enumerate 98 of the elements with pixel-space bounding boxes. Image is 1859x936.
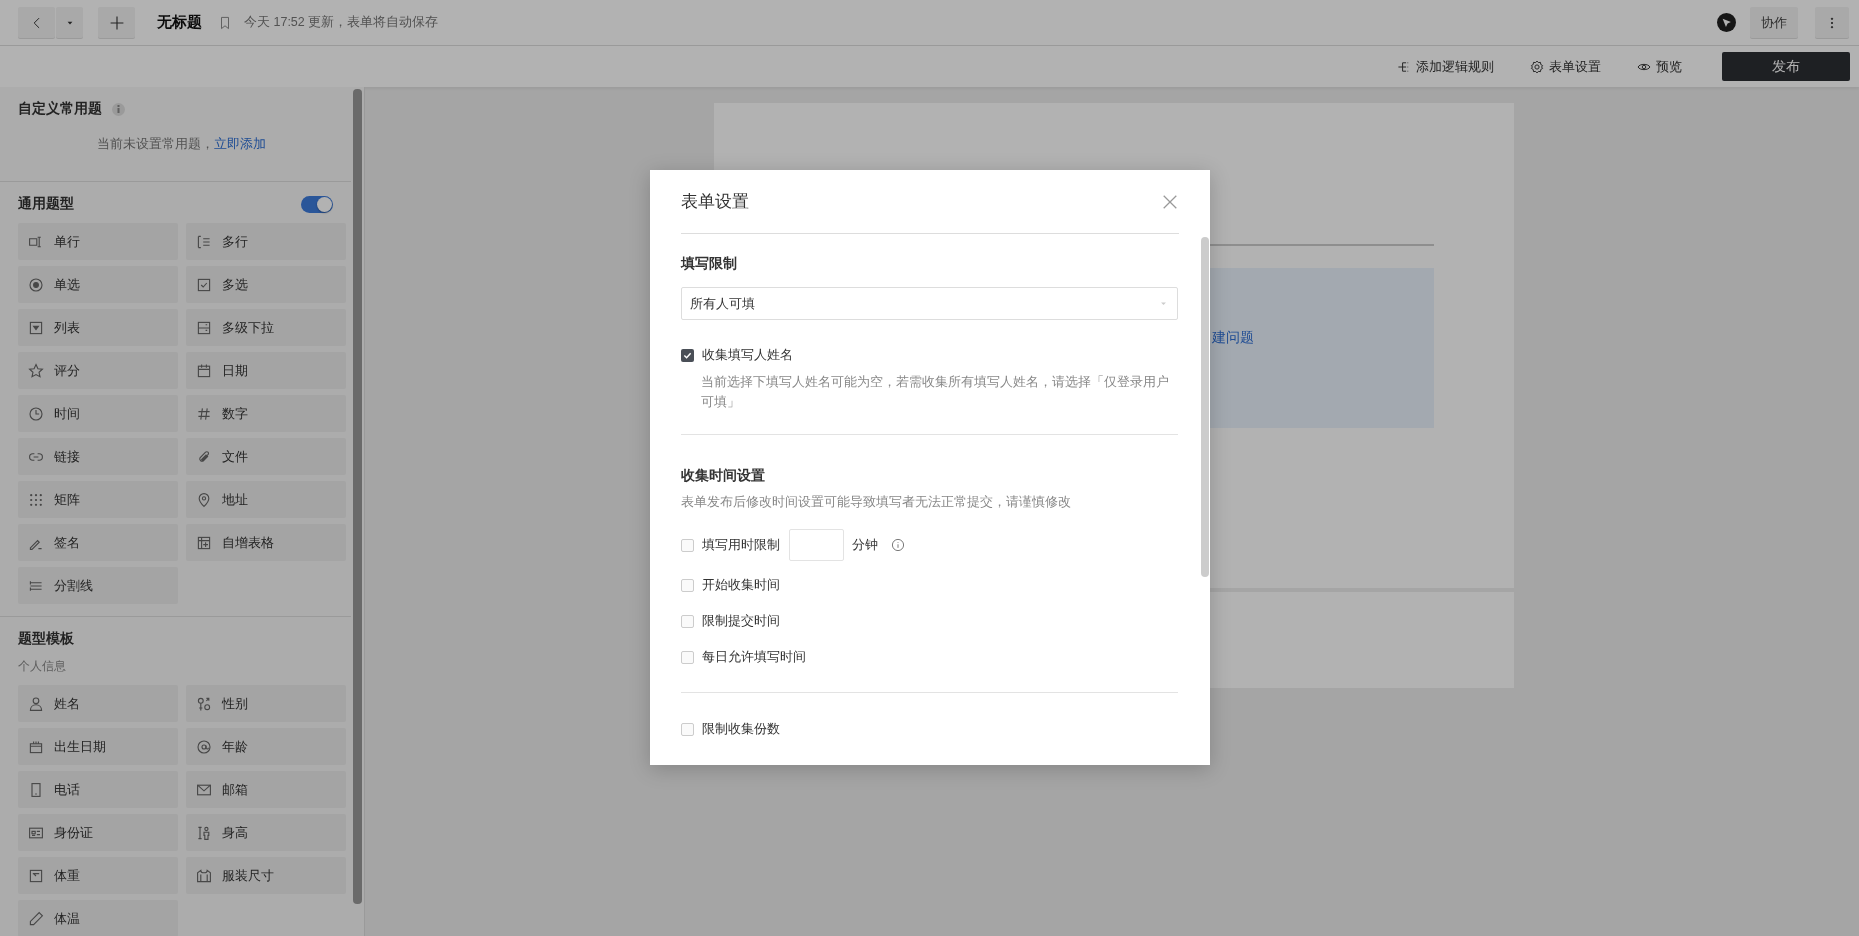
new-button[interactable] xyxy=(98,7,135,38)
add-now-link[interactable]: 立即添加 xyxy=(214,136,266,153)
info-icon xyxy=(891,538,905,552)
unit-label: 分钟 xyxy=(852,536,878,554)
question-type-item[interactable]: 单选 xyxy=(18,266,178,303)
paperclip-icon xyxy=(196,448,212,465)
plus-icon xyxy=(108,14,125,31)
hash-icon xyxy=(196,405,212,422)
minutes-input[interactable] xyxy=(789,529,844,561)
section-title: 收集时间设置 xyxy=(681,467,766,485)
question-type-item[interactable]: 自增表格 xyxy=(186,524,346,561)
info-icon xyxy=(112,102,125,116)
checkbox[interactable] xyxy=(681,614,694,628)
hint-text: 当前选择下填写人姓名可能为空，若需收集所有填写人姓名，请选择「仅登录用户可填」 xyxy=(701,374,1170,411)
publish-button[interactable]: 发布 xyxy=(1722,52,1850,81)
table-plus-icon xyxy=(196,534,212,551)
back-button[interactable] xyxy=(18,7,55,38)
question-type-item[interactable]: 性别 xyxy=(186,685,346,722)
checkbox[interactable] xyxy=(681,722,694,736)
question-type-item[interactable]: 体重 xyxy=(18,857,178,894)
question-type-item[interactable]: 分割线 xyxy=(18,567,178,604)
checkbox-label: 收集填写人姓名 xyxy=(702,346,793,364)
create-question-link[interactable]: 建问题 xyxy=(1212,329,1254,347)
question-type-item[interactable]: 多级下拉 xyxy=(186,309,346,346)
check-icon xyxy=(683,350,692,360)
question-type-item[interactable]: 多选 xyxy=(186,266,346,303)
question-type-item[interactable]: 多行 xyxy=(186,223,346,260)
checkbox[interactable] xyxy=(681,578,694,592)
person-icon xyxy=(28,695,44,712)
question-type-item[interactable]: 列表 xyxy=(18,309,178,346)
question-type-item[interactable]: 时间 xyxy=(18,395,178,432)
question-type-item[interactable]: 年龄 xyxy=(186,728,346,765)
phone-icon xyxy=(28,781,44,798)
dropdown-icon xyxy=(28,319,44,336)
section-title: 通用题型 xyxy=(18,195,74,213)
height-icon xyxy=(196,824,212,841)
fill-limit-select[interactable]: 所有人可填 xyxy=(681,287,1178,320)
question-type-item[interactable]: 日期 xyxy=(186,352,346,389)
question-type-item[interactable]: 体温 xyxy=(18,900,178,936)
hint-text: 表单发布后修改时间设置可能导致填写者无法正常提交，请谨慎修改 xyxy=(681,494,1072,511)
add-logic-rule-button[interactable]: 添加逻辑规则 xyxy=(1397,57,1494,76)
group-label: 个人信息 xyxy=(18,658,67,675)
question-type-item[interactable]: 服装尺寸 xyxy=(186,857,346,894)
checkbox-label: 填写用时限制 xyxy=(702,536,780,554)
dropdown-button[interactable] xyxy=(56,7,83,38)
empty-hint: 当前未设置常用题， xyxy=(97,136,214,153)
question-type-item[interactable]: 电话 xyxy=(18,771,178,808)
caret-down-icon xyxy=(1160,300,1167,307)
dot-grid-icon xyxy=(28,491,44,508)
section-title: 填写限制 xyxy=(681,255,738,273)
checkbox-icon xyxy=(196,276,212,293)
settings-icon xyxy=(1530,59,1544,74)
section-title: 自定义常用题 xyxy=(18,100,102,118)
preview-button[interactable]: 预览 xyxy=(1637,57,1682,76)
question-type-item[interactable]: 评分 xyxy=(18,352,178,389)
toggle-switch[interactable] xyxy=(301,195,334,213)
avatar-icon[interactable] xyxy=(1717,13,1736,32)
stacked-dropdown-icon xyxy=(196,319,212,336)
at-sign-icon xyxy=(196,738,212,755)
gender-icon xyxy=(196,695,212,712)
question-type-item[interactable]: 邮箱 xyxy=(186,771,346,808)
checkbox[interactable] xyxy=(681,348,694,362)
location-pin-icon xyxy=(196,491,212,508)
question-type-item[interactable]: 签名 xyxy=(18,524,178,561)
radio-icon xyxy=(28,276,44,293)
collaborate-button[interactable]: 协作 xyxy=(1750,7,1798,38)
scrollbar[interactable] xyxy=(353,89,362,904)
clock-icon xyxy=(28,405,44,422)
question-type-item[interactable]: 身份证 xyxy=(18,814,178,851)
checkbox-label: 限制提交时间 xyxy=(702,612,780,630)
question-type-item[interactable]: 姓名 xyxy=(18,685,178,722)
dialog-title: 表单设置 xyxy=(681,191,749,213)
question-type-item[interactable]: 身高 xyxy=(186,814,346,851)
text-lines-icon xyxy=(196,233,212,250)
form-settings-button[interactable]: 表单设置 xyxy=(1530,57,1601,76)
checkbox-label: 限制收集份数 xyxy=(702,720,780,738)
checkbox-label: 开始收集时间 xyxy=(702,576,780,594)
checkbox[interactable] xyxy=(681,538,694,552)
calendar-icon xyxy=(196,362,212,379)
checkbox-label: 每日允许填写时间 xyxy=(702,648,806,666)
question-type-item[interactable]: 链接 xyxy=(18,438,178,475)
more-button[interactable] xyxy=(1815,7,1849,38)
calendar-icon xyxy=(28,738,44,755)
document-title: 无标题 xyxy=(157,13,202,32)
question-type-item[interactable]: 出生日期 xyxy=(18,728,178,765)
bookmark-icon[interactable] xyxy=(218,15,232,30)
pencil-icon xyxy=(28,910,44,927)
star-icon xyxy=(28,362,44,379)
shirt-icon xyxy=(196,867,212,884)
question-type-item[interactable]: 单行 xyxy=(18,223,178,260)
checkbox[interactable] xyxy=(681,650,694,664)
question-type-item[interactable]: 地址 xyxy=(186,481,346,518)
save-status: 今天 17:52 更新，表单将自动保存 xyxy=(244,14,439,31)
section-title: 题型模板 xyxy=(18,630,75,648)
question-type-item[interactable]: 数字 xyxy=(186,395,346,432)
question-type-item[interactable]: 矩阵 xyxy=(18,481,178,518)
question-type-item[interactable]: 文件 xyxy=(186,438,346,475)
scrollbar[interactable] xyxy=(1201,237,1209,577)
